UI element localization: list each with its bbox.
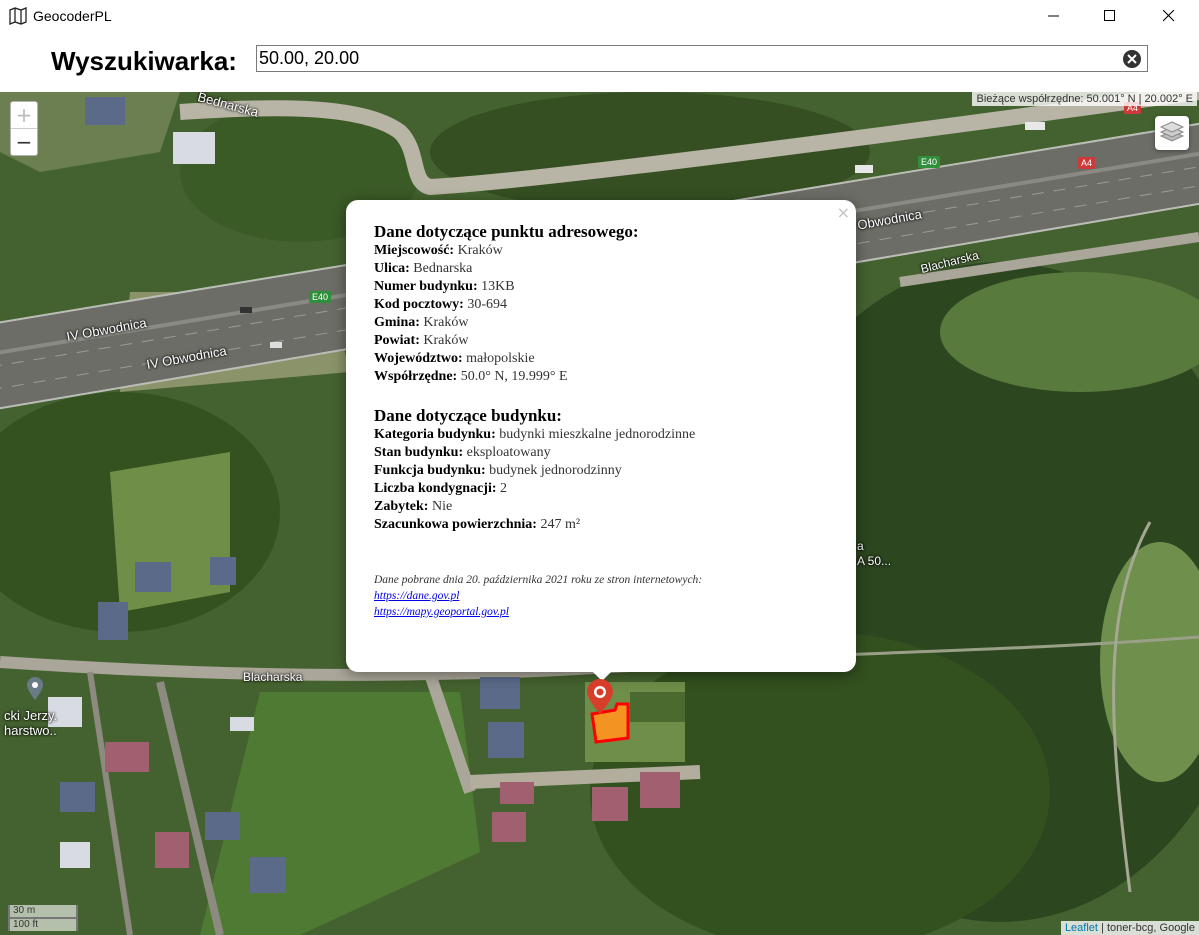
location-marker-icon[interactable] [586,679,614,719]
field-value: Kraków [419,315,469,330]
poi-pin-icon[interactable] [26,677,44,705]
map-icon [8,6,28,26]
leaflet-link[interactable]: Leaflet [1065,922,1098,934]
window-title: GeocoderPL [33,8,112,24]
street-label: Blacharska [243,670,303,684]
address-field: Gmina: Kraków [374,314,834,332]
field-label: Funkcja budynku: [374,463,486,478]
close-button[interactable] [1140,0,1198,32]
maximize-icon [1104,10,1116,22]
close-icon [1163,10,1175,22]
building-field: Funkcja budynku: budynek jednorodzinny [374,462,834,480]
source-note: Dane pobrane dnia 20. października 2021 … [374,572,834,620]
minimize-icon [1048,10,1060,22]
info-popup: × Dane dotyczące punktu adresowego: Miej… [346,200,856,672]
scale-imperial: 100 ft [8,917,78,931]
poi-label: cki Jerzy. [4,708,58,723]
field-value: 30-694 [463,297,507,312]
attribution-text: | toner-bcg, Google [1097,922,1195,934]
poi-label: a [857,539,864,553]
popup-close-button[interactable]: × [837,203,850,222]
address-field: Kod pocztowy: 30-694 [374,296,834,314]
building-field: Liczba kondygnacji: 2 [374,480,834,498]
building-field: Stan budynku: eksploatowany [374,444,834,462]
address-heading: Dane dotyczące punktu adresowego: [374,222,639,241]
field-label: Szacunkowa powierzchnia: [374,517,537,532]
address-field: Współrzędne: 50.0° N, 19.999° E [374,368,834,386]
field-value: 2 [496,481,508,496]
maximize-button[interactable] [1081,0,1139,32]
road-shield: E40 [309,291,332,303]
field-label: Kod pocztowy: [374,297,464,312]
field-label: Kategoria budynku: [374,427,496,442]
field-label: Powiat: [374,333,420,348]
road-shield: E40 [918,156,941,168]
field-label: Liczba kondygnacji: [374,481,497,496]
zoom-control: + − [10,101,38,156]
field-value: 50.0° N, 19.999° E [457,369,568,384]
search-bar: Wyszukiwarka: [0,32,1199,92]
field-label: Gmina: [374,315,420,330]
source-link-dane[interactable]: https://dane.gov.pl [374,588,834,604]
field-value: budynek jednorodzinny [485,463,622,478]
field-value: 247 m² [536,517,581,532]
field-value: Kraków [454,243,503,258]
address-field: Numer budynku: 13KB [374,278,834,296]
field-value: Bednarska [409,261,473,276]
title-bar: GeocoderPL [0,0,1199,32]
field-label: Ulica: [374,261,410,276]
layers-button[interactable] [1155,116,1189,150]
field-value: budynki mieszkalne jednorodzinne [495,427,696,442]
building-field: Kategoria budynku: budynki mieszkalne je… [374,426,834,444]
attribution: Leaflet | toner-bcg, Google [1060,921,1199,935]
field-value: Nie [428,499,453,514]
field-label: Numer budynku: [374,279,478,294]
popup-content: Dane dotyczące punktu adresowego: Miejsc… [374,222,834,620]
search-label: Wyszukiwarka: [51,46,237,76]
building-field: Zabytek: Nie [374,498,834,516]
building-heading: Dane dotyczące budynku: [374,406,562,425]
address-field: Powiat: Kraków [374,332,834,350]
scale-bar: 30 m 100 ft [8,905,78,931]
address-field: Ulica: Bednarska [374,260,834,278]
field-value: 13KB [477,279,515,294]
search-input[interactable] [259,48,1109,69]
field-value: małopolskie [462,351,535,366]
address-field: Województwo: małopolskie [374,350,834,368]
source-text: Dane pobrane dnia 20. października 2021 … [374,574,703,586]
field-label: Województwo: [374,351,463,366]
search-field[interactable] [256,45,1148,72]
field-label: Stan budynku: [374,445,464,460]
road-shield: A4 [1078,157,1096,169]
clear-icon[interactable] [1123,50,1141,68]
source-link-geoportal[interactable]: https://mapy.geoportal.gov.pl [374,604,834,620]
address-field: Miejscowość: Kraków [374,242,834,260]
layers-icon [1159,119,1185,147]
coordinates-readout: Bieżące współrzędne: 50.001° N | 20.002°… [972,92,1197,106]
poi-label: A 50... [857,554,892,568]
field-value: Kraków [419,333,469,348]
field-label: Miejscowość: [374,243,455,258]
minimize-button[interactable] [1025,0,1083,32]
building-field: Szacunkowa powierzchnia: 247 m² [374,516,834,534]
poi-label: harstwo.. [4,723,57,738]
zoom-out-button[interactable]: − [11,129,37,155]
field-value: eksploatowany [463,445,551,460]
field-label: Współrzędne: [374,369,458,384]
zoom-in-button[interactable]: + [11,102,37,129]
field-label: Zabytek: [374,499,429,514]
